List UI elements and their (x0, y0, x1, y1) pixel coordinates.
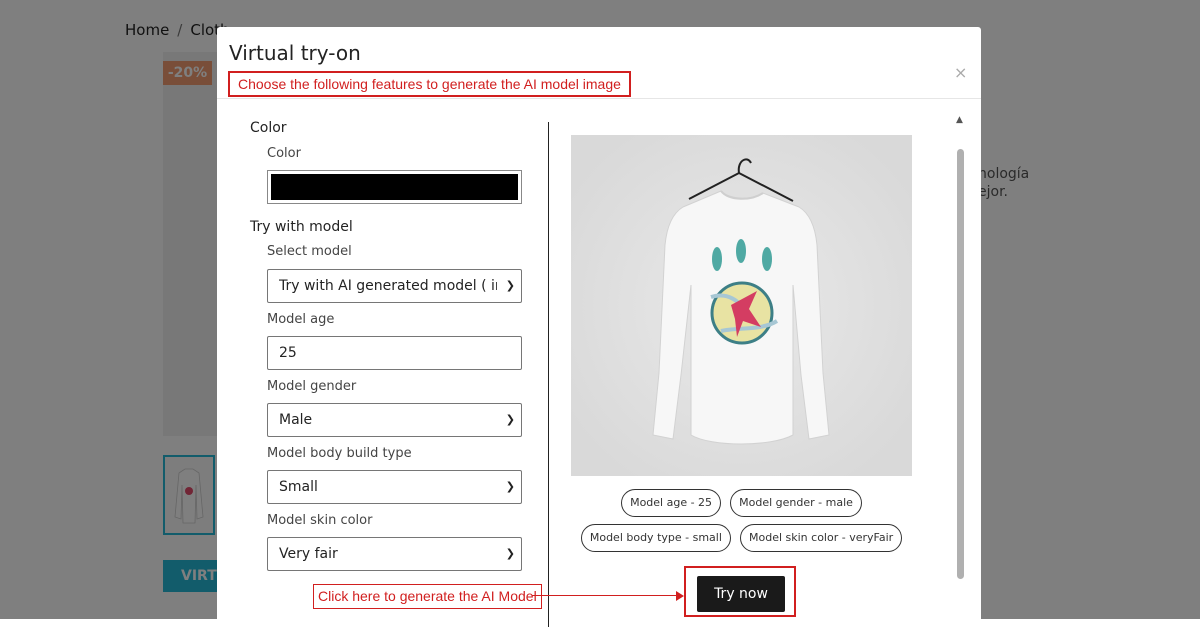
model-section-title: Try with model (250, 219, 353, 235)
modal-instruction: Choose the following features to generat… (228, 71, 631, 97)
chip-model-body-type: Model body type - small (580, 524, 731, 552)
select-model-label: Select model (267, 244, 352, 259)
scrollbar-thumb[interactable] (957, 149, 964, 579)
color-picker[interactable] (267, 170, 522, 204)
chip-model-age: Model age - 25 (621, 489, 722, 517)
chevron-down-icon: ❯ (505, 480, 515, 493)
chevron-down-icon: ❯ (505, 413, 515, 426)
chip-model-skin-color: Model skin color - veryFair (740, 524, 903, 552)
annotation-arrow-line (532, 595, 680, 596)
model-gender-value: Male (279, 412, 313, 428)
annotation-label: Click here to generate the AI Model (313, 584, 542, 609)
model-age-label: Model age (267, 312, 335, 327)
scrollbar[interactable] (956, 125, 965, 625)
tshirt-on-hanger-image (571, 135, 912, 476)
scroll-up-icon[interactable]: ▲ (956, 115, 963, 125)
chevron-down-icon: ❯ (505, 547, 515, 560)
model-skin-label: Model skin color (267, 513, 373, 528)
model-body-label: Model body build type (267, 446, 412, 461)
modal-title: Virtual try-on (229, 41, 361, 65)
close-icon[interactable]: × (954, 63, 967, 83)
chevron-down-icon: ❯ (505, 279, 515, 292)
model-skin-dropdown[interactable]: Very fair ❯ (267, 537, 522, 571)
virtual-try-on-modal: Virtual try-on Choose the following feat… (217, 27, 981, 627)
try-now-button[interactable]: Try now (697, 576, 785, 612)
model-body-value: Small (279, 479, 318, 495)
model-age-input[interactable]: 25 (267, 336, 522, 370)
color-section-title: Color (250, 120, 287, 136)
select-model-dropdown[interactable]: Try with AI generated model ( ima ❯ (267, 269, 522, 303)
selected-options-chips-row-2: Model body type - small Model skin color… (571, 524, 912, 552)
model-gender-dropdown[interactable]: Male ❯ (267, 403, 522, 437)
model-gender-label: Model gender (267, 379, 357, 394)
model-skin-value: Very fair (279, 546, 338, 562)
chip-model-gender: Model gender - male (730, 489, 862, 517)
try-now-highlight: Try now (684, 566, 796, 617)
arrow-right-icon (676, 591, 684, 601)
model-body-dropdown[interactable]: Small ❯ (267, 470, 522, 504)
model-age-value: 25 (279, 345, 297, 361)
column-divider (548, 122, 549, 627)
selected-options-chips-row-1: Model age - 25 Model gender - male (571, 489, 912, 517)
color-swatch (271, 174, 518, 200)
modal-header-divider (217, 98, 981, 99)
color-field-label: Color (267, 146, 301, 161)
select-model-value: Try with AI generated model ( ima (279, 278, 497, 294)
product-preview-image (571, 135, 912, 476)
